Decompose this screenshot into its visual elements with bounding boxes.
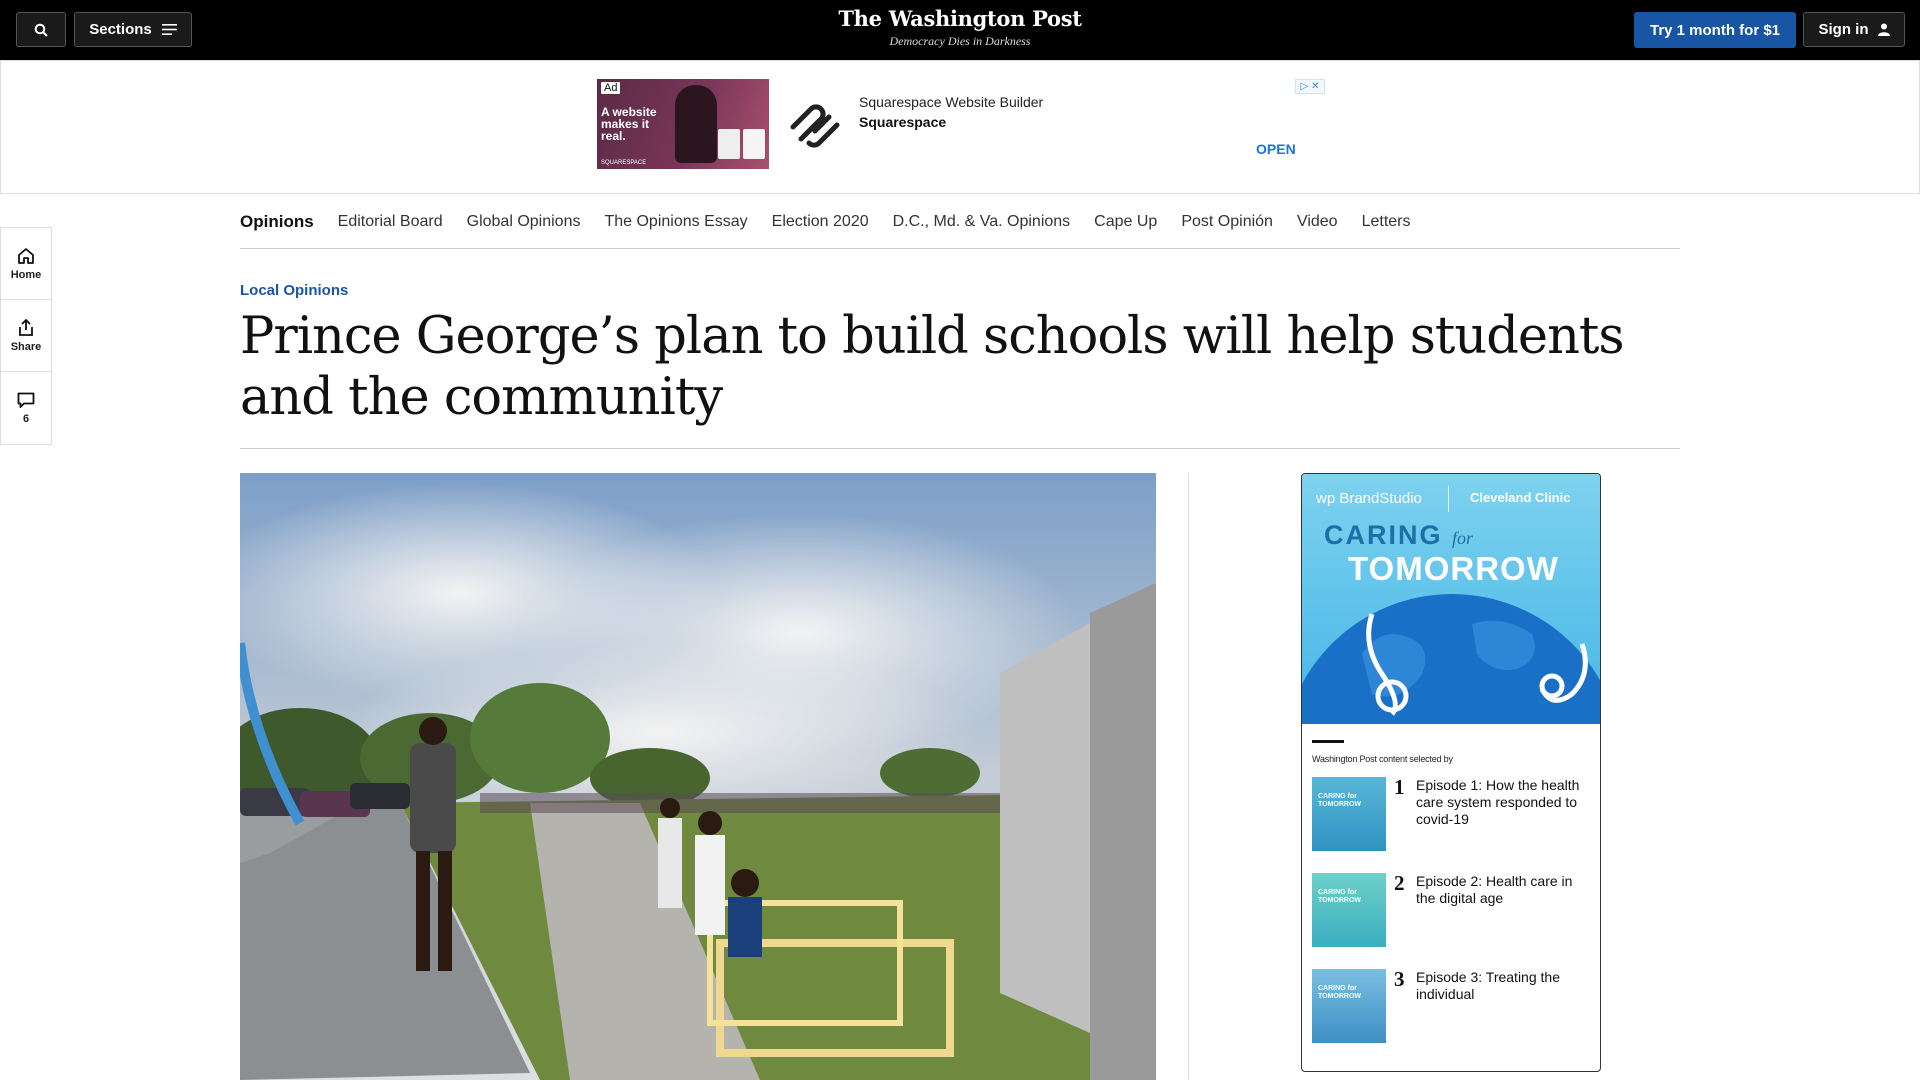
globe-graphic xyxy=(1302,594,1600,724)
home-button[interactable]: Home xyxy=(1,228,51,300)
comments-count: 6 xyxy=(22,412,30,425)
nav-election-2020[interactable]: Election 2020 xyxy=(772,213,869,231)
home-icon xyxy=(18,247,34,264)
sign-in-button[interactable]: Sign in xyxy=(1803,12,1905,47)
sign-in-label: Sign in xyxy=(1818,21,1869,38)
nav-opinions[interactable]: Opinions xyxy=(240,212,314,232)
left-action-rail: Home Share 6 xyxy=(0,227,52,445)
ad-title[interactable]: Squarespace Website Builder xyxy=(859,94,1043,110)
subscribe-button[interactable]: Try 1 month for $1 xyxy=(1634,12,1796,48)
user-icon xyxy=(1877,23,1890,36)
episode-number: 3 xyxy=(1394,967,1405,991)
nav-editorial-board[interactable]: Editorial Board xyxy=(338,213,443,231)
brand-studio-label: wp BrandStudio xyxy=(1316,490,1422,507)
nav-global-opinions[interactable]: Global Opinions xyxy=(467,213,581,231)
episode-title[interactable]: Episode 1: How the health care system re… xyxy=(1416,777,1592,828)
ad-badge: Ad xyxy=(601,82,621,94)
nav-video[interactable]: Video xyxy=(1297,213,1338,231)
top-navigation-bar: Sections The Washington Post Democracy D… xyxy=(0,0,1920,60)
adchoices-button[interactable]: ▷ ✕ xyxy=(1295,79,1325,94)
episode-item[interactable]: CARING for TOMORROW 2 Episode 2: Health … xyxy=(1312,871,1592,947)
home-label: Home xyxy=(10,268,42,281)
squarespace-logo-icon xyxy=(790,104,840,148)
nav-opinions-essay[interactable]: The Opinions Essay xyxy=(604,213,747,231)
episode-title[interactable]: Episode 3: Treating the individual xyxy=(1416,969,1592,1003)
nav-cape-up[interactable]: Cape Up xyxy=(1094,213,1157,231)
ad-banner-container: Ad A website makes it real. SQUARESPACE … xyxy=(0,60,1920,194)
share-label: Share xyxy=(10,340,42,353)
ad-card-graphic xyxy=(718,129,740,159)
episode-item[interactable]: CARING for TOMORROW 3 Episode 3: Treatin… xyxy=(1312,967,1592,1043)
brand-studio-module: wp BrandStudio Cleveland Clinic CARING f… xyxy=(1301,473,1601,1072)
brand-separator xyxy=(1448,486,1449,512)
brand-title-caring: CARING xyxy=(1324,520,1443,550)
ad-advertiser[interactable]: Squarespace xyxy=(859,114,946,130)
episode-thumb-title: CARING for TOMORROW xyxy=(1318,985,1362,1000)
comments-button[interactable]: 6 xyxy=(1,372,51,444)
brand-hero-image[interactable]: wp BrandStudio Cleveland Clinic CARING f… xyxy=(1302,474,1600,724)
ad-image-brand: SQUARESPACE xyxy=(601,160,647,166)
column-divider xyxy=(1188,473,1189,1080)
ad-image[interactable]: Ad A website makes it real. SQUARESPACE xyxy=(597,79,769,169)
episode-thumb-title: CARING for TOMORROW xyxy=(1318,889,1362,904)
nav-letters[interactable]: Letters xyxy=(1362,213,1411,231)
brand-selected-by: Washington Post content selected by xyxy=(1312,754,1453,764)
brand-title-line2: TOMORROW xyxy=(1348,550,1559,587)
close-icon: ✕ xyxy=(1311,81,1320,92)
ad-card-graphic xyxy=(743,129,765,159)
share-button[interactable]: Share xyxy=(1,300,51,372)
ad-open-button[interactable]: OPEN xyxy=(1256,141,1296,157)
episode-thumbnail[interactable]: CARING for TOMORROW xyxy=(1312,873,1386,947)
comment-icon xyxy=(17,392,35,408)
episode-item[interactable]: CARING for TOMORROW 1 Episode 1: How the… xyxy=(1312,775,1592,851)
article-lead-photo[interactable] xyxy=(240,473,1156,1080)
adchoices-icon: ▷ xyxy=(1300,81,1309,92)
headline-divider xyxy=(240,448,1680,449)
nav-dc-md-va-opinions[interactable]: D.C., Md. & Va. Opinions xyxy=(893,213,1071,231)
photo-scene xyxy=(240,473,1156,1080)
share-icon xyxy=(19,318,33,336)
article-kicker[interactable]: Local Opinions xyxy=(240,282,348,299)
episode-number: 2 xyxy=(1394,871,1405,895)
brand-accent-bar xyxy=(1312,740,1344,743)
site-logo[interactable]: The Washington Post Democracy Dies in Da… xyxy=(0,6,1920,49)
opinions-section-nav: Opinions Editorial Board Global Opinions… xyxy=(240,195,1680,249)
ad-model-image xyxy=(675,85,717,163)
logo-name: The Washington Post xyxy=(838,6,1082,31)
sponsor-name: Cleveland Clinic xyxy=(1470,490,1571,505)
brand-title-for: for xyxy=(1452,528,1474,548)
episode-number: 1 xyxy=(1394,775,1405,799)
brand-title-line1: CARING for xyxy=(1324,520,1473,551)
episode-thumbnail[interactable]: CARING for TOMORROW xyxy=(1312,969,1386,1043)
nav-post-opinion[interactable]: Post Opinión xyxy=(1181,213,1273,231)
logo-tagline: Democracy Dies in Darkness xyxy=(889,34,1031,48)
squarespace-ad[interactable]: Ad A website makes it real. SQUARESPACE … xyxy=(597,79,1325,169)
episode-thumbnail[interactable]: CARING for TOMORROW xyxy=(1312,777,1386,851)
ad-image-text: A website makes it real. xyxy=(601,105,657,143)
episode-title[interactable]: Episode 2: Health care in the digital ag… xyxy=(1416,873,1592,907)
article-headline: Prince George’s plan to build schools wi… xyxy=(240,307,1625,427)
episode-thumb-title: CARING for TOMORROW xyxy=(1318,793,1362,808)
